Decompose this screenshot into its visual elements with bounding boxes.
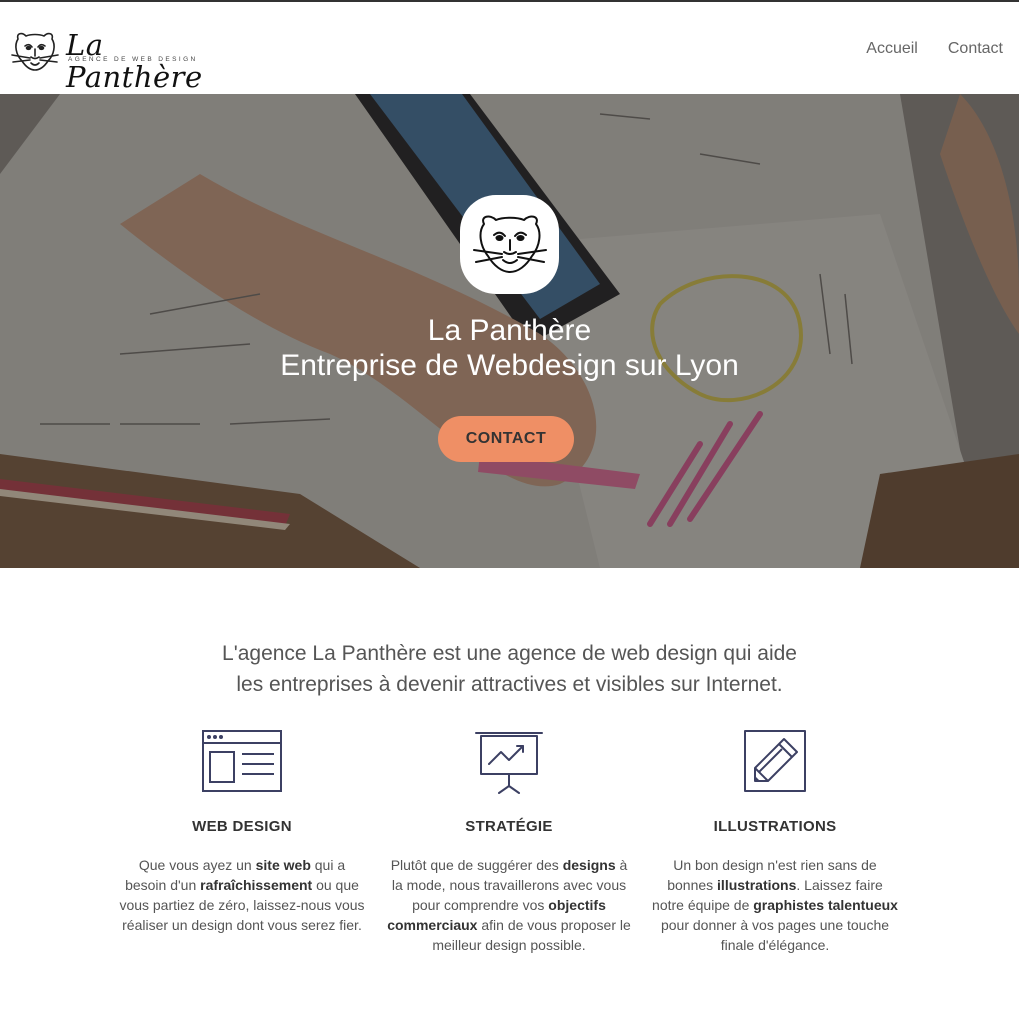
intro-line-2: les entreprises à devenir attractives et… <box>236 673 783 696</box>
text-segment: Plutôt que de suggérer des <box>390 857 563 873</box>
highlighted-text: designs <box>562 857 616 873</box>
text-segment: pour donner à vos pages une touche final… <box>660 917 890 953</box>
feature-illustrations: ILLUSTRATIONS Un bon design n'est rien s… <box>650 730 900 955</box>
feature-description: Que vous ayez un site web qui a besoin d… <box>117 855 367 935</box>
feature-title: WEB DESIGN <box>192 818 292 835</box>
feature-web-design: WEB DESIGN Que vous ayez un site web qui… <box>117 730 367 935</box>
hero-subtitle: Entreprise de Webdesign sur Lyon <box>280 349 739 382</box>
highlighted-text: rafraîchissement <box>200 877 313 893</box>
feature-strategie: STRATÉGIE Plutôt que de suggérer des des… <box>384 730 634 955</box>
text-segment: Que vous ayez un <box>138 857 256 873</box>
site-logo[interactable]: La Panthère AGENCE DE WEB DESIGN <box>10 29 240 93</box>
intro-line-1: L'agence La Panthère est une agence de w… <box>222 642 797 665</box>
feature-description: Plutôt que de suggérer des designs à la … <box>384 855 634 955</box>
feature-title: ILLUSTRATIONS <box>713 818 837 835</box>
hero-logo-badge <box>460 195 559 294</box>
panther-face-icon <box>472 215 547 273</box>
nav-link-contact[interactable]: Contact <box>948 40 1003 58</box>
pencil-edit-icon <box>744 730 806 792</box>
site-header: La Panthère AGENCE DE WEB DESIGN Accueil… <box>0 2 1019 94</box>
nav-link-accueil[interactable]: Accueil <box>866 40 918 58</box>
highlighted-text: site web <box>255 857 311 873</box>
panther-logo-icon <box>11 32 59 71</box>
hero-banner: La Panthère Entreprise de Webdesign sur … <box>0 94 1019 568</box>
intro-text: L'agence La Panthère est une agence de w… <box>0 638 1019 700</box>
highlighted-text: illustrations <box>717 877 797 893</box>
highlighted-text: graphistes talentueux <box>753 897 898 913</box>
contact-button[interactable]: CONTACT <box>438 416 574 462</box>
feature-description: Un bon design n'est rien sans de bonnes … <box>650 855 900 955</box>
hero-title: La Panthère <box>427 314 592 347</box>
feature-title: STRATÉGIE <box>465 818 553 835</box>
presentation-chart-icon <box>475 732 543 794</box>
logo-tagline: AGENCE DE WEB DESIGN <box>68 56 198 63</box>
main-nav: Accueil Contact <box>866 40 1003 58</box>
browser-window-icon <box>202 730 282 792</box>
